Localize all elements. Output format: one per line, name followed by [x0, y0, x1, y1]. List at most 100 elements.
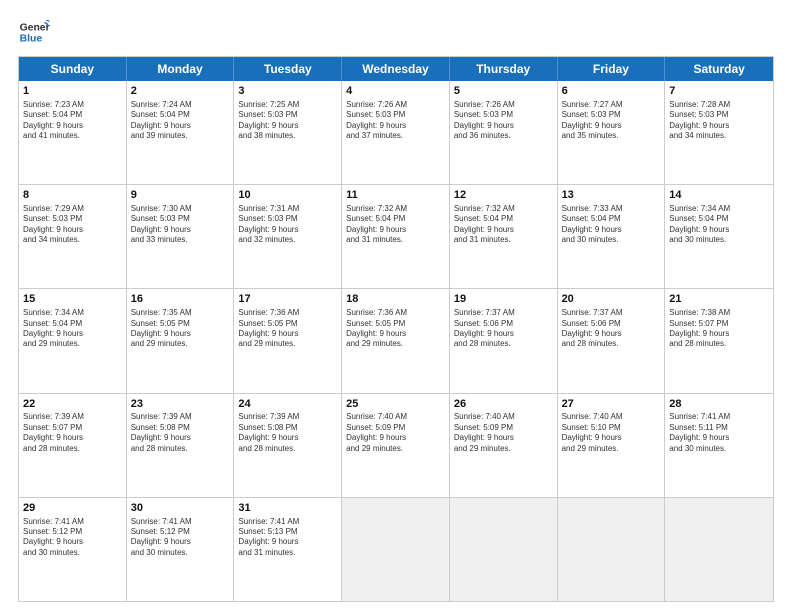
day-info-6: Sunrise: 7:27 AM Sunset: 5:03 PM Dayligh…: [562, 100, 661, 142]
day-number-17: 17: [238, 292, 337, 307]
calendar-cell-2: 2Sunrise: 7:24 AM Sunset: 5:04 PM Daylig…: [127, 81, 235, 184]
day-info-18: Sunrise: 7:36 AM Sunset: 5:05 PM Dayligh…: [346, 308, 445, 350]
day-info-15: Sunrise: 7:34 AM Sunset: 5:04 PM Dayligh…: [23, 308, 122, 350]
day-info-12: Sunrise: 7:32 AM Sunset: 5:04 PM Dayligh…: [454, 204, 553, 246]
calendar-cell-17: 17Sunrise: 7:36 AM Sunset: 5:05 PM Dayli…: [234, 289, 342, 392]
calendar-cell-31: 31Sunrise: 7:41 AM Sunset: 5:13 PM Dayli…: [234, 498, 342, 601]
day-number-24: 24: [238, 397, 337, 412]
day-number-11: 11: [346, 188, 445, 203]
header-day-wednesday: Wednesday: [342, 57, 450, 81]
day-number-2: 2: [131, 84, 230, 99]
calendar-cell-4: 4Sunrise: 7:26 AM Sunset: 5:03 PM Daylig…: [342, 81, 450, 184]
day-info-26: Sunrise: 7:40 AM Sunset: 5:09 PM Dayligh…: [454, 412, 553, 454]
calendar-cell-8: 8Sunrise: 7:29 AM Sunset: 5:03 PM Daylig…: [19, 185, 127, 288]
day-number-10: 10: [238, 188, 337, 203]
day-info-2: Sunrise: 7:24 AM Sunset: 5:04 PM Dayligh…: [131, 100, 230, 142]
logo: General Blue: [18, 16, 50, 48]
calendar-cell-1: 1Sunrise: 7:23 AM Sunset: 5:04 PM Daylig…: [19, 81, 127, 184]
calendar-cell-14: 14Sunrise: 7:34 AM Sunset: 5:04 PM Dayli…: [665, 185, 773, 288]
day-info-20: Sunrise: 7:37 AM Sunset: 5:06 PM Dayligh…: [562, 308, 661, 350]
day-info-14: Sunrise: 7:34 AM Sunset: 5:04 PM Dayligh…: [669, 204, 769, 246]
header-day-sunday: Sunday: [19, 57, 127, 81]
calendar-cell-23: 23Sunrise: 7:39 AM Sunset: 5:08 PM Dayli…: [127, 394, 235, 497]
day-info-19: Sunrise: 7:37 AM Sunset: 5:06 PM Dayligh…: [454, 308, 553, 350]
day-info-21: Sunrise: 7:38 AM Sunset: 5:07 PM Dayligh…: [669, 308, 769, 350]
calendar-cell-29: 29Sunrise: 7:41 AM Sunset: 5:12 PM Dayli…: [19, 498, 127, 601]
day-info-10: Sunrise: 7:31 AM Sunset: 5:03 PM Dayligh…: [238, 204, 337, 246]
calendar-cell-13: 13Sunrise: 7:33 AM Sunset: 5:04 PM Dayli…: [558, 185, 666, 288]
day-number-21: 21: [669, 292, 769, 307]
day-info-24: Sunrise: 7:39 AM Sunset: 5:08 PM Dayligh…: [238, 412, 337, 454]
svg-text:General: General: [20, 22, 50, 33]
day-number-8: 8: [23, 188, 122, 203]
day-info-16: Sunrise: 7:35 AM Sunset: 5:05 PM Dayligh…: [131, 308, 230, 350]
header-day-monday: Monday: [127, 57, 235, 81]
day-number-3: 3: [238, 84, 337, 99]
header-day-thursday: Thursday: [450, 57, 558, 81]
calendar-cell-28: 28Sunrise: 7:41 AM Sunset: 5:11 PM Dayli…: [665, 394, 773, 497]
calendar-cell-26: 26Sunrise: 7:40 AM Sunset: 5:09 PM Dayli…: [450, 394, 558, 497]
header-day-saturday: Saturday: [665, 57, 773, 81]
day-info-29: Sunrise: 7:41 AM Sunset: 5:12 PM Dayligh…: [23, 517, 122, 559]
day-info-30: Sunrise: 7:41 AM Sunset: 5:12 PM Dayligh…: [131, 517, 230, 559]
calendar-cell-7: 7Sunrise: 7:28 AM Sunset: 5:03 PM Daylig…: [665, 81, 773, 184]
day-number-26: 26: [454, 397, 553, 412]
calendar-header: SundayMondayTuesdayWednesdayThursdayFrid…: [19, 57, 773, 81]
calendar-row-2: 8Sunrise: 7:29 AM Sunset: 5:03 PM Daylig…: [19, 184, 773, 288]
calendar-cell-11: 11Sunrise: 7:32 AM Sunset: 5:04 PM Dayli…: [342, 185, 450, 288]
logo-icon: General Blue: [18, 16, 50, 48]
day-number-27: 27: [562, 397, 661, 412]
day-number-15: 15: [23, 292, 122, 307]
calendar-cell-empty: [665, 498, 773, 601]
day-info-4: Sunrise: 7:26 AM Sunset: 5:03 PM Dayligh…: [346, 100, 445, 142]
calendar-cell-empty: [450, 498, 558, 601]
day-info-31: Sunrise: 7:41 AM Sunset: 5:13 PM Dayligh…: [238, 517, 337, 559]
calendar-row-1: 1Sunrise: 7:23 AM Sunset: 5:04 PM Daylig…: [19, 81, 773, 184]
day-number-22: 22: [23, 397, 122, 412]
day-number-12: 12: [454, 188, 553, 203]
day-info-8: Sunrise: 7:29 AM Sunset: 5:03 PM Dayligh…: [23, 204, 122, 246]
calendar-cell-6: 6Sunrise: 7:27 AM Sunset: 5:03 PM Daylig…: [558, 81, 666, 184]
day-number-30: 30: [131, 501, 230, 516]
calendar-cell-30: 30Sunrise: 7:41 AM Sunset: 5:12 PM Dayli…: [127, 498, 235, 601]
calendar-cell-5: 5Sunrise: 7:26 AM Sunset: 5:03 PM Daylig…: [450, 81, 558, 184]
day-info-9: Sunrise: 7:30 AM Sunset: 5:03 PM Dayligh…: [131, 204, 230, 246]
day-number-23: 23: [131, 397, 230, 412]
day-number-5: 5: [454, 84, 553, 99]
day-number-28: 28: [669, 397, 769, 412]
day-number-7: 7: [669, 84, 769, 99]
day-info-28: Sunrise: 7:41 AM Sunset: 5:11 PM Dayligh…: [669, 412, 769, 454]
day-number-29: 29: [23, 501, 122, 516]
header-day-friday: Friday: [558, 57, 666, 81]
calendar-cell-16: 16Sunrise: 7:35 AM Sunset: 5:05 PM Dayli…: [127, 289, 235, 392]
calendar-cell-18: 18Sunrise: 7:36 AM Sunset: 5:05 PM Dayli…: [342, 289, 450, 392]
calendar-cell-15: 15Sunrise: 7:34 AM Sunset: 5:04 PM Dayli…: [19, 289, 127, 392]
day-info-25: Sunrise: 7:40 AM Sunset: 5:09 PM Dayligh…: [346, 412, 445, 454]
day-info-1: Sunrise: 7:23 AM Sunset: 5:04 PM Dayligh…: [23, 100, 122, 142]
day-number-14: 14: [669, 188, 769, 203]
calendar-cell-20: 20Sunrise: 7:37 AM Sunset: 5:06 PM Dayli…: [558, 289, 666, 392]
calendar-cell-27: 27Sunrise: 7:40 AM Sunset: 5:10 PM Dayli…: [558, 394, 666, 497]
day-number-9: 9: [131, 188, 230, 203]
calendar-body: 1Sunrise: 7:23 AM Sunset: 5:04 PM Daylig…: [19, 81, 773, 601]
day-info-5: Sunrise: 7:26 AM Sunset: 5:03 PM Dayligh…: [454, 100, 553, 142]
calendar-cell-22: 22Sunrise: 7:39 AM Sunset: 5:07 PM Dayli…: [19, 394, 127, 497]
day-number-4: 4: [346, 84, 445, 99]
calendar-cell-19: 19Sunrise: 7:37 AM Sunset: 5:06 PM Dayli…: [450, 289, 558, 392]
calendar-cell-21: 21Sunrise: 7:38 AM Sunset: 5:07 PM Dayli…: [665, 289, 773, 392]
page: General Blue SundayMondayTuesdayWednesda…: [0, 0, 792, 612]
calendar-cell-empty: [558, 498, 666, 601]
day-number-18: 18: [346, 292, 445, 307]
day-info-27: Sunrise: 7:40 AM Sunset: 5:10 PM Dayligh…: [562, 412, 661, 454]
calendar-row-4: 22Sunrise: 7:39 AM Sunset: 5:07 PM Dayli…: [19, 393, 773, 497]
day-info-13: Sunrise: 7:33 AM Sunset: 5:04 PM Dayligh…: [562, 204, 661, 246]
calendar-cell-empty: [342, 498, 450, 601]
calendar-cell-12: 12Sunrise: 7:32 AM Sunset: 5:04 PM Dayli…: [450, 185, 558, 288]
day-info-22: Sunrise: 7:39 AM Sunset: 5:07 PM Dayligh…: [23, 412, 122, 454]
calendar-row-3: 15Sunrise: 7:34 AM Sunset: 5:04 PM Dayli…: [19, 288, 773, 392]
day-number-13: 13: [562, 188, 661, 203]
day-number-20: 20: [562, 292, 661, 307]
day-number-6: 6: [562, 84, 661, 99]
calendar-cell-10: 10Sunrise: 7:31 AM Sunset: 5:03 PM Dayli…: [234, 185, 342, 288]
day-info-17: Sunrise: 7:36 AM Sunset: 5:05 PM Dayligh…: [238, 308, 337, 350]
